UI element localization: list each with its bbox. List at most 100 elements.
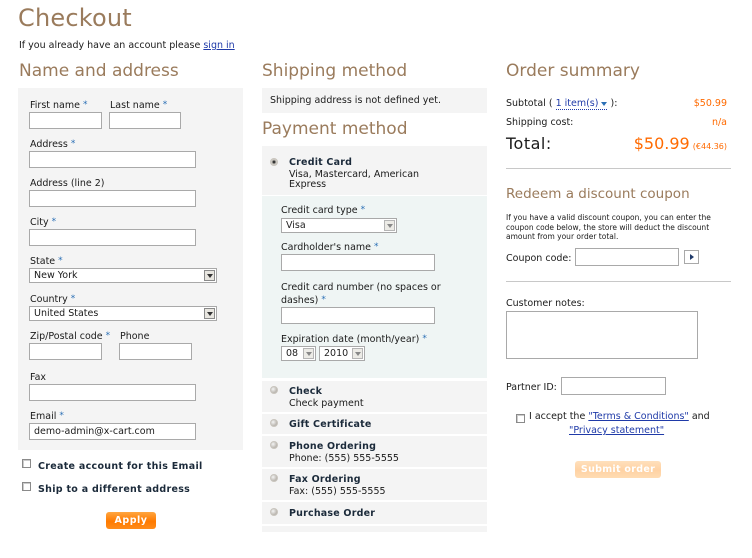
- name-address-heading: Name and address: [19, 61, 179, 81]
- state-value: New York: [34, 270, 78, 281]
- create-account-label: Create account for this Email: [38, 461, 203, 472]
- required-mark: *: [374, 242, 379, 252]
- submit-order-button[interactable]: Submit order: [575, 461, 661, 478]
- total-value: $50.99: [633, 134, 690, 153]
- cardholder-input[interactable]: [281, 254, 435, 271]
- total-alt-currency: (€44.36): [692, 142, 727, 151]
- city-label-text: City: [30, 217, 49, 228]
- radio-icon[interactable]: [270, 419, 278, 427]
- cardholder-label: Cardholder's name *: [281, 242, 379, 253]
- payment-title: Fax Ordering: [289, 474, 361, 485]
- zip-label-text: Zip/Postal code: [30, 331, 103, 342]
- partner-id-label: Partner ID:: [506, 382, 557, 393]
- items-link-text[interactable]: 1 item(s): [556, 98, 599, 109]
- coupon-code-input[interactable]: [575, 248, 679, 266]
- exp-month-select[interactable]: 08: [281, 346, 316, 361]
- country-label-text: Country: [30, 294, 68, 305]
- create-account-checkbox[interactable]: [22, 459, 31, 468]
- payment-option-gift-certificate[interactable]: Gift Certificate: [262, 414, 487, 434]
- country-select[interactable]: United States: [29, 306, 217, 321]
- address-label-text: Address: [30, 139, 68, 150]
- ship-different-checkbox[interactable]: [22, 482, 31, 491]
- zip-label: Zip/Postal code *: [30, 331, 110, 342]
- email-label-text: Email: [30, 411, 57, 422]
- email-input[interactable]: [29, 423, 196, 440]
- accept-terms-checkbox[interactable]: [516, 414, 525, 423]
- order-summary-heading: Order summary: [506, 61, 640, 81]
- fax-label: Fax: [30, 372, 47, 383]
- phone-input[interactable]: [119, 343, 192, 360]
- chevron-down-icon[interactable]: [601, 101, 608, 106]
- city-label: City *: [30, 217, 56, 228]
- address-input[interactable]: [29, 151, 196, 168]
- required-mark: *: [58, 256, 63, 266]
- country-value: United States: [34, 308, 99, 319]
- payment-desc-line2: Express: [289, 179, 327, 190]
- radio-icon[interactable]: [270, 508, 278, 516]
- address2-input[interactable]: [29, 190, 196, 207]
- radio-selected-icon[interactable]: [270, 158, 278, 166]
- expiration-label-text: Expiration date (month/year): [281, 334, 420, 345]
- shipping-method-heading: Shipping method: [262, 61, 408, 81]
- required-mark: *: [70, 139, 76, 149]
- state-select[interactable]: New York: [29, 268, 217, 283]
- state-label: State *: [30, 256, 63, 267]
- required-mark: *: [105, 331, 111, 341]
- payment-title: Credit Card: [289, 157, 353, 168]
- coupon-description: If you have a valid discount coupon, you…: [506, 213, 711, 241]
- zip-input[interactable]: [29, 343, 102, 360]
- cc-type-label-text: Credit card type: [281, 205, 358, 216]
- required-mark: *: [82, 100, 88, 110]
- fax-input[interactable]: [29, 384, 196, 401]
- last-name-input[interactable]: [109, 112, 181, 129]
- cc-number-label-text: dashes): [281, 295, 319, 306]
- accept-prefix: I accept the: [529, 411, 586, 422]
- first-name-label-text: First name: [30, 100, 80, 111]
- phone-label: Phone: [120, 331, 150, 342]
- coupon-submit-button[interactable]: [684, 250, 699, 264]
- terms-link[interactable]: "Terms & Conditions": [588, 411, 688, 422]
- payment-title: Purchase Order: [289, 508, 376, 519]
- address2-label: Address (line 2): [30, 178, 105, 189]
- radio-icon[interactable]: [270, 474, 278, 482]
- required-mark: *: [321, 295, 326, 305]
- payment-option-fax-ordering[interactable]: Fax Ordering Fax: (555) 555-5555: [262, 469, 487, 500]
- expiration-label: Expiration date (month/year) *: [281, 334, 427, 345]
- first-name-input[interactable]: [29, 112, 102, 129]
- items-link[interactable]: 1 item(s): [555, 98, 608, 110]
- cc-type-select[interactable]: Visa: [281, 218, 397, 233]
- required-mark: *: [51, 217, 57, 227]
- cc-number-input[interactable]: [281, 307, 435, 324]
- radio-icon[interactable]: [270, 441, 278, 449]
- apply-button[interactable]: Apply: [106, 512, 156, 529]
- coupon-code-label: Coupon code:: [506, 253, 572, 264]
- payment-option-check[interactable]: Check Check payment: [262, 381, 487, 412]
- cc-type-label: Credit card type *: [281, 205, 365, 216]
- dropdown-arrow-icon: [204, 308, 215, 319]
- shipping-cost-value: n/a: [711, 117, 727, 128]
- coupon-heading: Redeem a discount coupon: [506, 186, 690, 202]
- privacy-link[interactable]: "Privacy statement": [569, 425, 664, 436]
- cc-number-label-line2: dashes) *: [281, 295, 326, 306]
- first-name-label: First name *: [30, 100, 87, 111]
- country-label: Country *: [30, 294, 75, 305]
- city-input[interactable]: [29, 229, 196, 246]
- last-name-label: Last name *: [110, 100, 167, 111]
- payment-option-credit-card[interactable]: Credit Card Visa, Mastercard, American E…: [262, 146, 487, 195]
- signin-link[interactable]: sign in: [203, 40, 234, 51]
- accept-and: and: [691, 411, 710, 422]
- subtotal-value: $50.99: [693, 98, 727, 109]
- address-label: Address *: [30, 139, 75, 150]
- signin-prefix: If you already have an account please: [19, 40, 201, 51]
- radio-icon[interactable]: [270, 386, 278, 394]
- required-mark: *: [422, 334, 427, 344]
- dropdown-arrow-icon: [204, 270, 215, 281]
- payment-option-purchase-order[interactable]: Purchase Order: [262, 502, 487, 524]
- partner-id-input[interactable]: [561, 377, 666, 395]
- exp-year-select[interactable]: 2010: [319, 346, 365, 361]
- state-label-text: State: [30, 256, 56, 267]
- last-name-label-text: Last name: [110, 100, 160, 111]
- customer-notes-textarea[interactable]: [506, 311, 698, 359]
- payment-option-phone-ordering[interactable]: Phone Ordering Phone: (555) 555-5555: [262, 436, 487, 467]
- subtotal-label: Subtotal ( 1 item(s) ):: [506, 98, 617, 110]
